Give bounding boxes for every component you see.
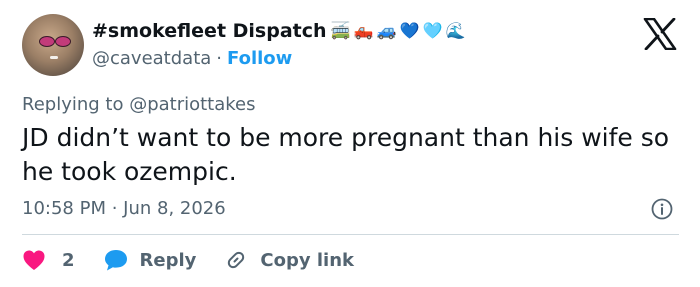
handle-separator: · [216, 48, 223, 69]
suv-emoji: 🚙 [376, 21, 397, 40]
info-icon[interactable] [651, 198, 673, 220]
pickup-truck-emoji: 🛻 [353, 21, 374, 40]
author-handle[interactable]: @caveatdata [92, 48, 211, 69]
tweet-text: JD didn’t want to be more pregnant than … [22, 123, 670, 186]
link-icon [228, 251, 245, 269]
avatar[interactable] [22, 14, 84, 76]
author-name-row: #smokefleet Dispatch 🚎 🛻 🚙 💙 🩵 🌊 [92, 20, 467, 42]
wave-emoji: 🌊 [445, 21, 466, 40]
author-name-emojis: 🚎 🛻 🚙 💙 🩵 🌊 [330, 21, 467, 41]
divider [22, 234, 679, 235]
tweet-actions: 2 Reply Copy link [22, 246, 354, 274]
x-logo-icon[interactable] [643, 18, 677, 50]
heart-icon [23, 250, 45, 270]
like-count: 2 [62, 249, 75, 271]
author-display-name[interactable]: #smokefleet Dispatch [92, 20, 327, 42]
like-button[interactable]: 2 [22, 249, 75, 271]
avatar-glasses-left [39, 36, 55, 47]
avatar-cigarette [50, 56, 58, 59]
reply-button[interactable]: Reply [103, 248, 197, 272]
author-handle-row: @caveatdata · Follow [92, 48, 292, 69]
speech-bubble-icon [104, 250, 127, 271]
reply-label: Reply [139, 249, 197, 271]
follow-link[interactable]: Follow [227, 48, 292, 69]
light-blue-heart-emoji: 🩵 [422, 21, 443, 40]
copy-link-button[interactable]: Copy link [224, 248, 354, 272]
avatar-glasses-right [55, 36, 71, 47]
copy-link-label: Copy link [260, 249, 354, 271]
tweet-timestamp[interactable]: 10:58 PM · Jun 8, 2026 [22, 198, 226, 219]
trolleybus-emoji: 🚎 [330, 21, 351, 40]
reply-context[interactable]: Replying to @patriottakes [22, 94, 256, 115]
blue-heart-emoji: 💙 [399, 21, 420, 40]
